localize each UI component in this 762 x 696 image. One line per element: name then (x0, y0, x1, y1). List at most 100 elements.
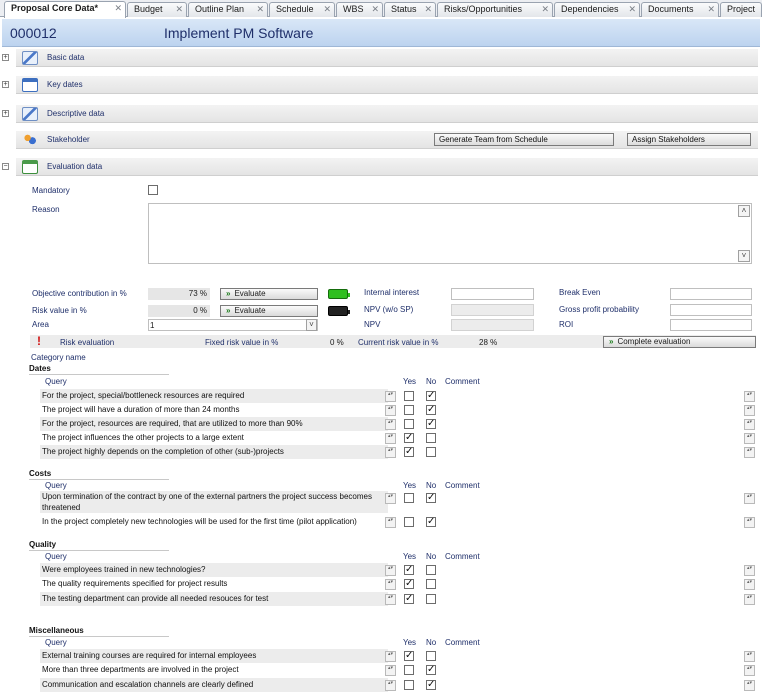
close-icon[interactable]: ✕ (175, 3, 183, 16)
area-select[interactable]: 1 ˅ (148, 319, 318, 331)
close-icon[interactable]: ✕ (541, 3, 549, 16)
yes-checkbox[interactable]: ✓ (404, 579, 414, 589)
yes-checkbox[interactable] (404, 665, 414, 675)
break-even-field[interactable] (670, 288, 752, 300)
comment-scroll-icon[interactable]: ▴▾ (744, 419, 755, 430)
no-checkbox[interactable]: ✓ (426, 405, 436, 415)
query-scroll-icon[interactable]: ▴▾ (385, 651, 396, 662)
generate-team-button[interactable]: Generate Team from Schedule (434, 133, 614, 146)
risk-evaluation-label: Risk evaluation (60, 338, 115, 347)
query-scroll-icon[interactable]: ▴▾ (385, 680, 396, 691)
comment-scroll-icon[interactable]: ▴▾ (744, 433, 755, 444)
no-checkbox[interactable] (426, 594, 436, 604)
scroll-down-icon[interactable]: ˅ (738, 250, 750, 262)
close-icon[interactable]: ✕ (323, 3, 331, 16)
tab-budget[interactable]: Budget ✕ (127, 2, 187, 17)
collapse-icon[interactable]: − (2, 163, 9, 170)
query-scroll-icon[interactable]: ▴▾ (385, 594, 396, 605)
no-checkbox[interactable] (426, 433, 436, 443)
tab-wbs[interactable]: WBS ✕ (336, 2, 383, 17)
no-checkbox[interactable]: ✓ (426, 680, 436, 690)
assign-stakeholders-button[interactable]: Assign Stakeholders (627, 133, 751, 146)
no-checkbox[interactable]: ✓ (426, 419, 436, 429)
close-icon[interactable]: ✕ (114, 2, 122, 15)
comment-scroll-icon[interactable]: ▴▾ (744, 391, 755, 402)
expand-icon[interactable]: + (2, 54, 9, 61)
gross-profit-probability-field[interactable] (670, 304, 752, 316)
comment-scroll-icon[interactable]: ▴▾ (744, 447, 755, 458)
query-scroll-icon[interactable]: ▴▾ (385, 565, 396, 576)
query-scroll-icon[interactable]: ▴▾ (385, 579, 396, 590)
yes-checkbox[interactable] (404, 419, 414, 429)
no-checkbox[interactable]: ✓ (426, 391, 436, 401)
tab-project[interactable]: Project (720, 2, 762, 17)
close-icon[interactable]: ✕ (628, 3, 636, 16)
comment-scroll-icon[interactable]: ▴▾ (744, 493, 755, 504)
close-icon[interactable]: ✕ (256, 3, 264, 16)
section-key-dates[interactable]: + Key dates (2, 76, 758, 94)
tab-outline-plan[interactable]: Outline Plan ✕ (188, 2, 268, 17)
query-scroll-icon[interactable]: ▴▾ (385, 433, 396, 444)
tab-proposal-core-data[interactable]: Proposal Core Data* ✕ (4, 1, 126, 18)
section-evaluation-data[interactable]: − Evaluation data (2, 158, 758, 176)
yes-checkbox[interactable]: ✓ (404, 565, 414, 575)
no-checkbox[interactable]: ✓ (426, 493, 436, 503)
mandatory-checkbox[interactable] (148, 185, 158, 195)
query-scroll-icon[interactable]: ▴▾ (385, 493, 396, 504)
no-checkbox[interactable] (426, 651, 436, 661)
query-scroll-icon[interactable]: ▴▾ (385, 517, 396, 528)
tab-status[interactable]: Status ✕ (384, 2, 436, 17)
yes-checkbox[interactable] (404, 680, 414, 690)
comment-scroll-icon[interactable]: ▴▾ (744, 517, 755, 528)
section-bar[interactable] (16, 76, 758, 94)
yes-checkbox[interactable] (404, 493, 414, 503)
section-descriptive-data[interactable]: + Descriptive data (2, 105, 758, 123)
comment-scroll-icon[interactable]: ▴▾ (744, 565, 755, 576)
section-stakeholder[interactable]: Stakeholder Generate Team from Schedule … (2, 131, 758, 149)
expand-icon[interactable]: + (2, 81, 9, 88)
yes-checkbox[interactable]: ✓ (404, 594, 414, 604)
complete-evaluation-button[interactable]: » Complete evaluation (603, 336, 756, 348)
evaluate-risk-button[interactable]: » Evaluate (220, 305, 318, 317)
query-scroll-icon[interactable]: ▴▾ (385, 419, 396, 430)
no-checkbox[interactable]: ✓ (426, 517, 436, 527)
no-checkbox[interactable] (426, 565, 436, 575)
close-icon[interactable]: ✕ (371, 3, 379, 16)
chevron-down-icon[interactable]: ˅ (306, 319, 317, 331)
no-checkbox[interactable] (426, 447, 436, 457)
query-scroll-icon[interactable]: ▴▾ (385, 405, 396, 416)
close-icon[interactable]: ✕ (707, 3, 715, 16)
roi-field[interactable] (670, 319, 752, 331)
expand-icon[interactable]: + (2, 110, 9, 117)
no-checkbox[interactable]: ✓ (426, 665, 436, 675)
tab-schedule[interactable]: Schedule ✕ (269, 2, 335, 17)
yes-checkbox[interactable] (404, 391, 414, 401)
tab-dependencies[interactable]: Dependencies ✕ (554, 2, 640, 17)
section-bar[interactable] (16, 49, 758, 67)
scroll-up-icon[interactable]: ˄ (738, 205, 750, 217)
internal-interest-field[interactable] (451, 288, 534, 300)
reason-textarea[interactable]: ˄ ˅ (148, 203, 752, 264)
tab-documents[interactable]: Documents ✕ (641, 2, 719, 17)
comment-scroll-icon[interactable]: ▴▾ (744, 651, 755, 662)
comment-scroll-icon[interactable]: ▴▾ (744, 405, 755, 416)
comment-scroll-icon[interactable]: ▴▾ (744, 594, 755, 605)
section-bar[interactable] (16, 105, 758, 123)
comment-scroll-icon[interactable]: ▴▾ (744, 579, 755, 590)
section-bar[interactable] (16, 158, 758, 176)
close-icon[interactable]: ✕ (424, 3, 432, 16)
no-checkbox[interactable] (426, 579, 436, 589)
section-basic-data[interactable]: + Basic data (2, 49, 758, 67)
yes-checkbox[interactable]: ✓ (404, 433, 414, 443)
tab-risks-opportunities[interactable]: Risks/Opportunities ✕ (437, 2, 553, 17)
query-scroll-icon[interactable]: ▴▾ (385, 447, 396, 458)
yes-checkbox[interactable]: ✓ (404, 651, 414, 661)
yes-checkbox[interactable] (404, 517, 414, 527)
query-scroll-icon[interactable]: ▴▾ (385, 391, 396, 402)
yes-checkbox[interactable]: ✓ (404, 447, 414, 457)
query-scroll-icon[interactable]: ▴▾ (385, 665, 396, 676)
comment-scroll-icon[interactable]: ▴▾ (744, 665, 755, 676)
comment-scroll-icon[interactable]: ▴▾ (744, 680, 755, 691)
yes-checkbox[interactable] (404, 405, 414, 415)
evaluate-objective-button[interactable]: » Evaluate (220, 288, 318, 300)
